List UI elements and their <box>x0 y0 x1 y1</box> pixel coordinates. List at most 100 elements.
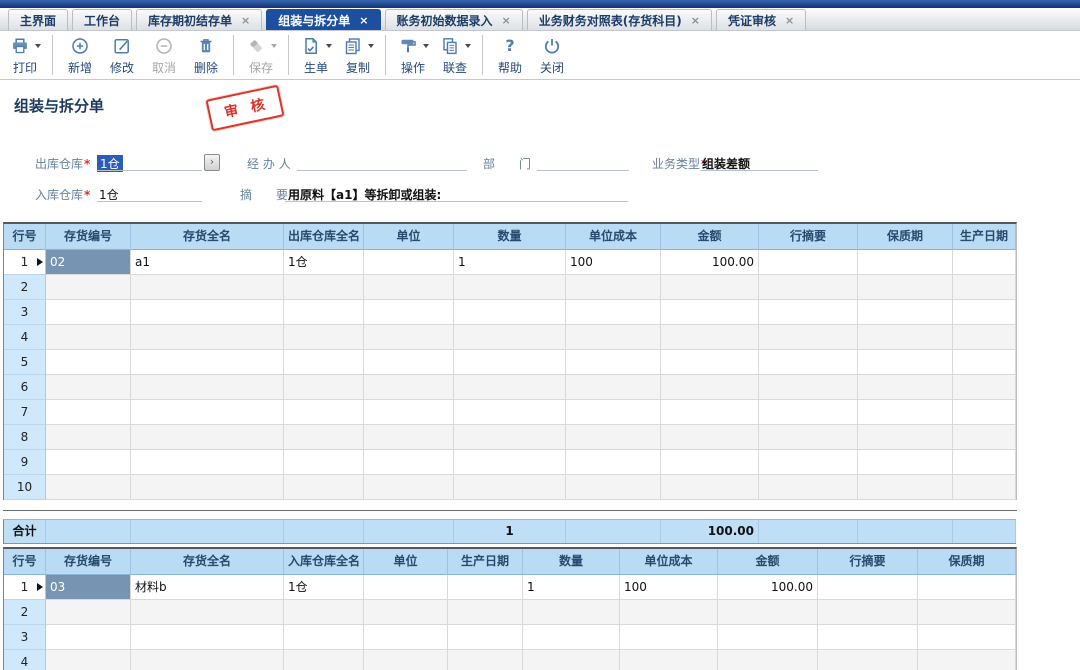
table-cell[interactable] <box>131 325 284 350</box>
tab-close-icon[interactable]: × <box>691 15 700 26</box>
table-cell[interactable]: 100 <box>620 575 718 600</box>
table-cell[interactable] <box>448 625 523 650</box>
dropdown-caret-icon[interactable] <box>326 44 332 48</box>
table-cell[interactable] <box>953 475 1016 500</box>
table-cell[interactable] <box>46 425 131 450</box>
table-cell[interactable] <box>284 275 364 300</box>
tab-workbench[interactable]: 工作台 <box>72 9 132 30</box>
table-cell[interactable] <box>858 475 953 500</box>
table-cell[interactable] <box>818 600 918 625</box>
toolbar-button-save[interactable]: 保存 <box>240 33 282 78</box>
selected-cell[interactable]: 03 <box>46 575 131 600</box>
table-cell[interactable] <box>131 425 284 450</box>
table-cell[interactable] <box>661 300 759 325</box>
lookup-button[interactable]: › <box>204 154 220 171</box>
table-cell[interactable] <box>46 400 131 425</box>
table-cell[interactable] <box>661 350 759 375</box>
row-number-cell[interactable]: 8 <box>4 425 46 450</box>
table-cell[interactable] <box>364 650 448 670</box>
table-cell[interactable] <box>858 375 953 400</box>
table-cell[interactable] <box>284 600 364 625</box>
table-cell[interactable] <box>46 475 131 500</box>
table-cell[interactable] <box>953 400 1016 425</box>
row-number-cell[interactable]: 4 <box>4 325 46 350</box>
tab-finance-initial[interactable]: 账务初始数据录入× <box>385 9 523 30</box>
table-cell[interactable] <box>46 350 131 375</box>
table-cell[interactable] <box>131 350 284 375</box>
header-cell[interactable]: 数量 <box>523 549 620 575</box>
table-cell[interactable] <box>718 650 818 670</box>
tab-inventory-initial[interactable]: 库存期初结存单× <box>136 9 262 30</box>
table-cell[interactable] <box>661 450 759 475</box>
table-cell[interactable] <box>46 650 131 670</box>
table-cell[interactable] <box>284 475 364 500</box>
toolbar-button-operate[interactable]: 操作 <box>392 33 434 78</box>
table-cell[interactable] <box>131 375 284 400</box>
header-cell[interactable]: 金额 <box>718 549 818 575</box>
tab-close-icon[interactable]: × <box>502 15 511 26</box>
header-cell[interactable]: 生产日期 <box>448 549 523 575</box>
table-cell[interactable] <box>858 300 953 325</box>
table-cell[interactable] <box>364 400 454 425</box>
dropdown-caret-icon[interactable] <box>271 44 277 48</box>
table-cell[interactable] <box>523 600 620 625</box>
table-cell[interactable]: 100.00 <box>661 250 759 275</box>
table-cell[interactable] <box>759 450 858 475</box>
toolbar-button-help[interactable]: ?帮助 <box>489 33 531 78</box>
header-cell[interactable]: 存货编号 <box>46 549 131 575</box>
table-cell[interactable] <box>284 450 364 475</box>
table-cell[interactable]: 1仓 <box>284 250 364 275</box>
table-cell[interactable] <box>953 325 1016 350</box>
table-cell[interactable] <box>131 475 284 500</box>
table-cell[interactable]: 材料b <box>131 575 284 600</box>
table-cell[interactable] <box>448 575 523 600</box>
toolbar-button-cancel[interactable]: 取消 <box>143 33 185 78</box>
table-cell[interactable] <box>566 350 661 375</box>
header-cell[interactable]: 存货全名 <box>131 224 284 250</box>
row-number-cell[interactable]: 4 <box>4 650 46 670</box>
table-cell[interactable] <box>448 600 523 625</box>
table-cell[interactable] <box>818 625 918 650</box>
row-number-cell[interactable]: 6 <box>4 375 46 400</box>
table-cell[interactable] <box>46 450 131 475</box>
tab-biz-finance-mapping[interactable]: 业务财务对照表(存货科目)× <box>527 9 712 30</box>
table-cell[interactable] <box>454 450 566 475</box>
table-cell[interactable]: 1 <box>454 250 566 275</box>
header-cell[interactable]: 金额 <box>661 224 759 250</box>
toolbar-button-delete[interactable]: 删除 <box>185 33 227 78</box>
table-cell[interactable] <box>661 425 759 450</box>
header-cell[interactable]: 入库仓库全名 <box>284 549 364 575</box>
table-cell[interactable] <box>759 400 858 425</box>
header-cell[interactable]: 存货编号 <box>46 224 131 250</box>
table-cell[interactable] <box>46 300 131 325</box>
table-cell[interactable] <box>566 275 661 300</box>
table-cell[interactable] <box>364 450 454 475</box>
table-cell[interactable] <box>620 600 718 625</box>
table-cell[interactable] <box>759 300 858 325</box>
table-cell[interactable] <box>46 275 131 300</box>
dropdown-caret-icon[interactable] <box>465 44 471 48</box>
tab-close-icon[interactable]: × <box>359 15 368 26</box>
table-cell[interactable] <box>858 425 953 450</box>
table-cell[interactable] <box>284 300 364 325</box>
table-cell[interactable] <box>364 325 454 350</box>
table-cell[interactable] <box>858 350 953 375</box>
tab-assembly-split[interactable]: 组装与拆分单× <box>266 9 380 30</box>
table-cell[interactable] <box>131 300 284 325</box>
table-cell[interactable] <box>46 625 131 650</box>
operator-input[interactable] <box>297 170 467 171</box>
table-cell[interactable] <box>918 575 1016 600</box>
table-cell[interactable] <box>364 575 448 600</box>
table-cell[interactable] <box>131 275 284 300</box>
table-cell[interactable] <box>759 350 858 375</box>
table-cell[interactable] <box>454 300 566 325</box>
dropdown-caret-icon[interactable] <box>368 44 374 48</box>
table-cell[interactable] <box>454 275 566 300</box>
table-cell[interactable] <box>364 375 454 400</box>
table-cell[interactable] <box>818 650 918 670</box>
tab-voucher-audit[interactable]: 凭证审核× <box>716 9 806 30</box>
table-cell[interactable] <box>454 425 566 450</box>
header-cell[interactable]: 单位成本 <box>566 224 661 250</box>
table-cell[interactable] <box>364 625 448 650</box>
row-number-cell[interactable]: 3 <box>4 625 46 650</box>
